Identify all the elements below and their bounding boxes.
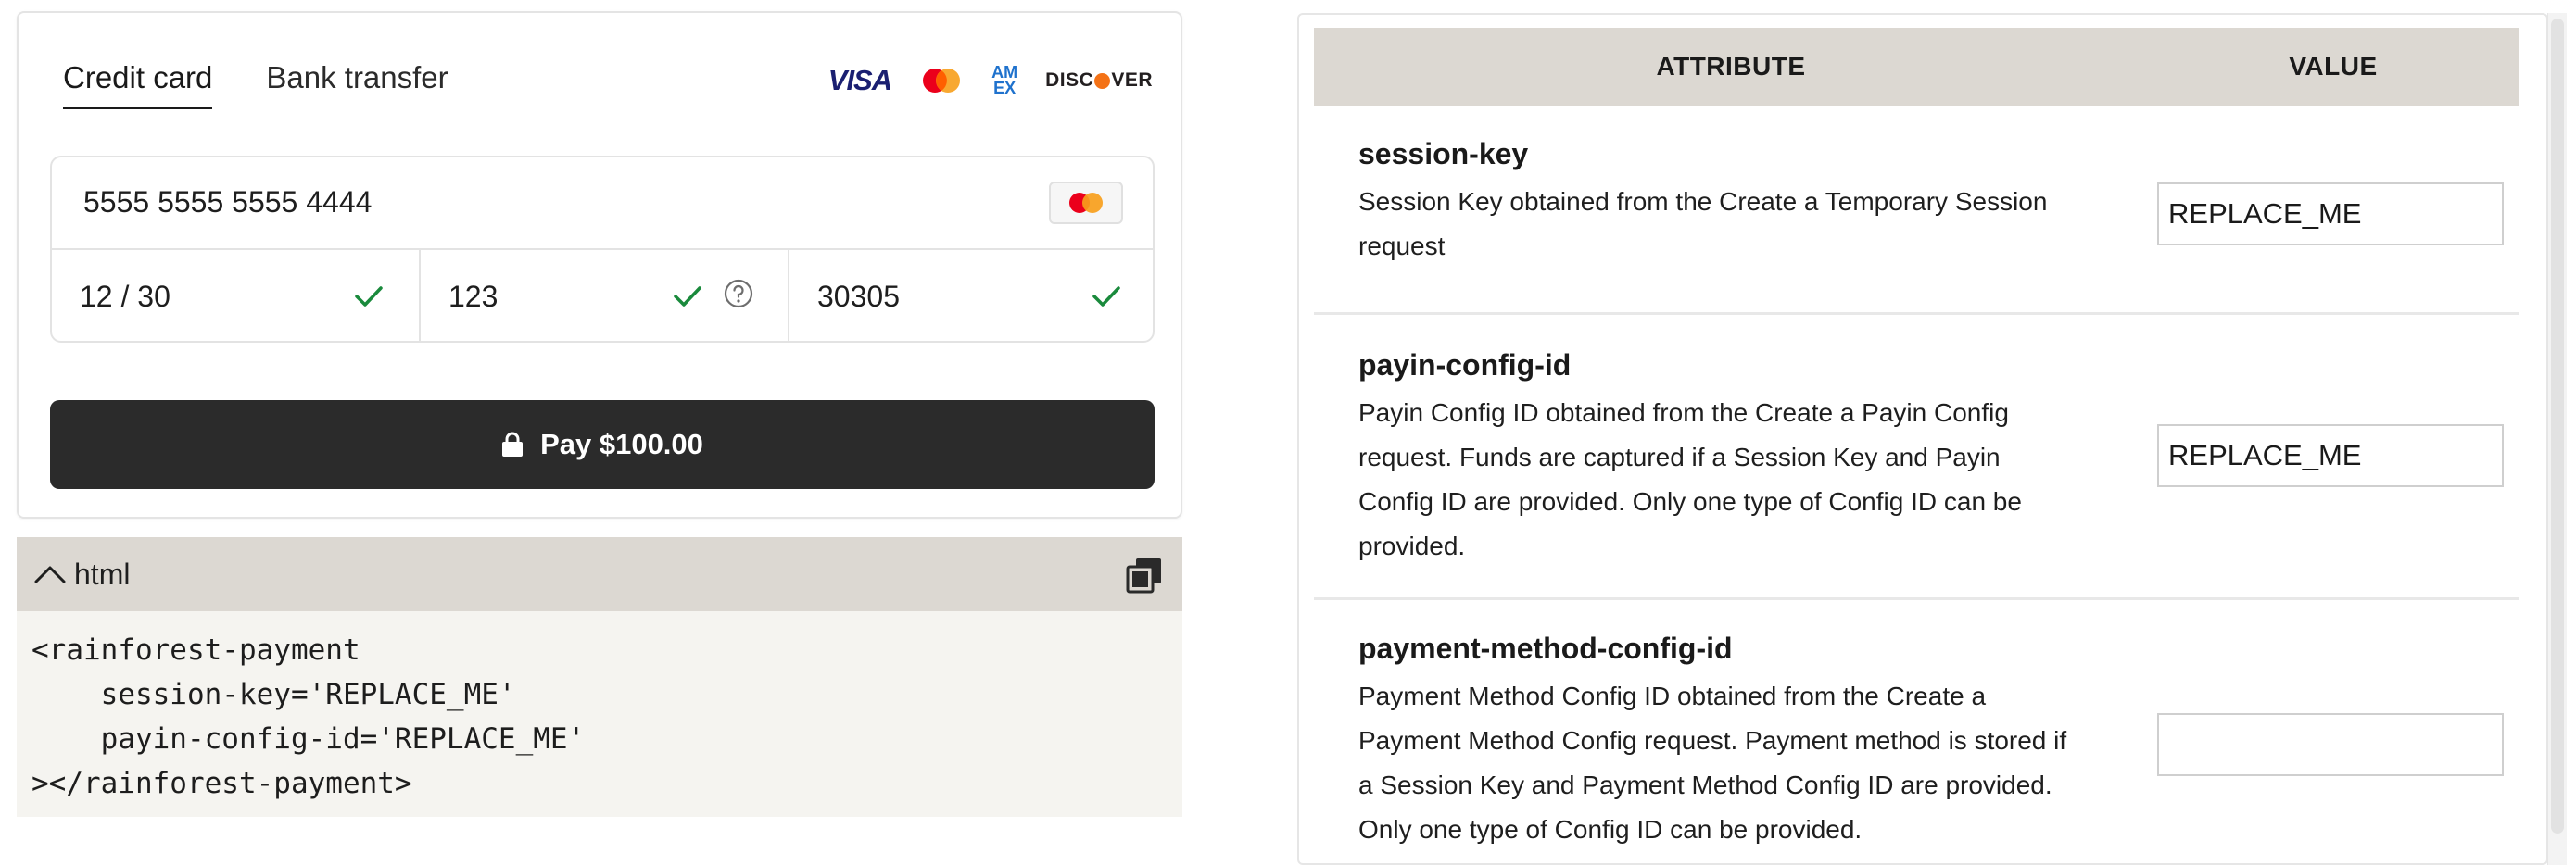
chevron-up-icon: [34, 566, 66, 583]
discover-text-a: DISC: [1045, 69, 1094, 91]
code-line: ></rainforest-payment>: [32, 767, 412, 800]
description-line: Config ID are provided. Only one type of…: [1358, 487, 2022, 516]
check-icon: [1092, 286, 1120, 307]
zip-value[interactable]: 30305: [817, 280, 900, 314]
scrollbar-thumb[interactable]: [2551, 19, 2564, 834]
amex-logo: AM EX: [991, 64, 1017, 97]
tab-bank-transfer[interactable]: Bank transfer: [266, 46, 448, 109]
tab-credit-card[interactable]: Credit card: [63, 46, 213, 109]
mastercard-detected-icon: [1049, 182, 1123, 224]
description-line: Payin Config ID obtained from the Create…: [1358, 398, 2009, 427]
mastercard-logo: [919, 67, 964, 94]
card-fields: 5555 5555 5555 4444 12 / 30 123 30305: [50, 156, 1155, 343]
zip-field[interactable]: 30305: [788, 250, 1153, 341]
description-line: Payment Method Config request. Payment m…: [1358, 726, 2067, 755]
attributes-table: ATTRIBUTE VALUE session-key Session Key …: [1297, 13, 2548, 865]
attribute-name: session-key: [1358, 137, 1529, 170]
attribute-name: payin-config-id: [1358, 348, 1572, 382]
attribute-description: Payin Config ID obtained from the Create…: [1358, 391, 2100, 569]
card-number-field[interactable]: 5555 5555 5555 4444: [52, 157, 1153, 250]
code-line: session-key='REPLACE_ME': [32, 678, 516, 711]
visa-logo: VISA: [827, 64, 892, 96]
check-icon: [355, 286, 383, 307]
help-icon[interactable]: [723, 278, 754, 309]
description-line: Payment Method Config ID obtained from t…: [1358, 682, 1987, 710]
description-line: request. Funds are captured if a Session…: [1358, 443, 2001, 471]
discover-o-icon: [1094, 72, 1111, 89]
table-row: payment-method-config-id Payment Method …: [1314, 600, 2519, 863]
amex-text-bottom: EX: [993, 79, 1017, 97]
card-brand-logos: VISA AM EX DISC VER: [801, 57, 1153, 104]
expiry-value[interactable]: 12 / 30: [80, 280, 170, 314]
payin-config-id-input[interactable]: [2157, 424, 2504, 487]
cvc-value[interactable]: 123: [448, 280, 498, 314]
description-line: request: [1358, 232, 1446, 260]
payment-tabs: Credit card Bank transfer: [63, 46, 502, 111]
pay-button-label: Pay $100.00: [540, 428, 703, 460]
table-row: payin-config-id Payin Config ID obtained…: [1314, 315, 2519, 600]
column-header-value: VALUE: [2289, 52, 2378, 81]
code-line: payin-config-id='REPLACE_ME': [32, 722, 586, 756]
check-icon: [674, 286, 701, 307]
payment-method-config-id-input[interactable]: [2157, 713, 2504, 776]
page-scrollbar[interactable]: [2547, 13, 2567, 865]
attribute-description: Session Key obtained from the Create a T…: [1358, 180, 2100, 269]
code-line: <rainforest-payment: [32, 633, 360, 667]
attribute-name: payment-method-config-id: [1358, 632, 1733, 665]
cvc-field[interactable]: 123: [419, 250, 788, 341]
lock-icon: [502, 432, 524, 457]
expiry-field[interactable]: 12 / 30: [52, 250, 419, 341]
card-detail-row: 12 / 30 123 30305: [52, 250, 1153, 341]
description-line: provided.: [1358, 532, 1466, 560]
description-line: Session Key obtained from the Create a T…: [1358, 187, 2048, 216]
table-header: ATTRIBUTE VALUE: [1314, 28, 2519, 106]
column-header-attribute: ATTRIBUTE: [1656, 52, 1806, 81]
table-row: session-key Session Key obtained from th…: [1314, 106, 2519, 315]
code-panel-header: html: [17, 537, 1182, 611]
code-language-label: html: [74, 557, 131, 591]
attribute-description: Payment Method Config ID obtained from t…: [1358, 674, 2100, 852]
pay-button[interactable]: Pay $100.00: [50, 400, 1155, 489]
card-number-value[interactable]: 5555 5555 5555 4444: [83, 185, 372, 219]
description-line: Only one type of Config ID can be provid…: [1358, 815, 1863, 844]
discover-logo: DISC VER: [1045, 69, 1153, 92]
code-snippet[interactable]: <rainforest-payment session-key='REPLACE…: [17, 611, 1182, 817]
session-key-input[interactable]: [2157, 182, 2504, 245]
copy-icon[interactable]: [1125, 556, 1164, 595]
discover-text-b: VER: [1111, 69, 1153, 91]
payment-card: Credit card Bank transfer VISA AM EX DIS…: [17, 11, 1182, 519]
description-line: a Session Key and Payment Method Config …: [1358, 771, 2052, 799]
code-collapse-toggle[interactable]: html: [33, 537, 130, 611]
